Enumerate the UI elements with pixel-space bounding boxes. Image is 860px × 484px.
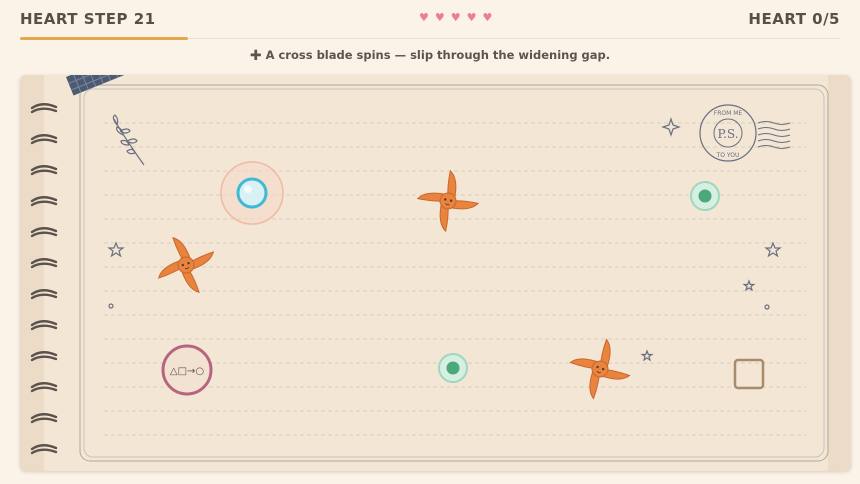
goal-marker[interactable] [438, 353, 468, 383]
portal-symbols: △□→○ [170, 366, 204, 377]
player-orb[interactable] [220, 161, 284, 225]
postmark-stamp: P.S. FROM ME TO YOU [699, 104, 791, 162]
heart-icon: ♥ [419, 11, 429, 24]
star-icon [742, 279, 756, 292]
spiral-binding [30, 103, 58, 455]
hint-text: ✚ A cross blade spins — slip through the … [0, 47, 860, 64]
hearts-row: ♥ ♥ ♥ ♥ ♥ [419, 11, 492, 25]
heart-icon: ♥ [434, 11, 445, 24]
heart-icon: ♥ [450, 11, 461, 24]
heart-icon: ♥ [482, 11, 493, 24]
ruled-lines [104, 122, 806, 436]
star-icon [107, 241, 125, 258]
heart-icon: ♥ [466, 11, 477, 24]
top-bar: HEART STEP 21 ♥ ♥ ♥ ♥ ♥ HEART 0/5 [0, 0, 860, 40]
stamp-top-text: FROM ME [714, 110, 743, 117]
page-border-inner [83, 88, 825, 458]
spinning-blade [561, 330, 639, 408]
star-decorations [107, 117, 782, 362]
transform-portal[interactable]: △□→○ [161, 344, 213, 396]
page-border-outer [79, 84, 829, 462]
hint-label: A cross blade spins — slip through the w… [265, 48, 611, 62]
progress-fill [20, 37, 188, 40]
heart-counter: HEART 0/5 [748, 10, 840, 28]
level-title: HEART STEP 21 [20, 10, 156, 28]
square-target[interactable] [733, 358, 765, 390]
spinning-blade [411, 164, 485, 238]
sparkle-icon [661, 117, 681, 137]
stamp-center-text: P.S. [717, 127, 738, 141]
dot-icon [764, 304, 770, 310]
plus-icon: ✚ [249, 48, 262, 64]
star-icon [640, 349, 654, 362]
star-icon [764, 241, 782, 258]
goal-marker[interactable] [690, 181, 720, 211]
notebook-board: P.S. FROM ME TO YOU △□→○ [20, 75, 851, 471]
dot-icon [108, 303, 114, 309]
stamp-bottom-text: TO YOU [716, 152, 740, 159]
game-board: P.S. FROM ME TO YOU △□→○ [30, 75, 829, 462]
